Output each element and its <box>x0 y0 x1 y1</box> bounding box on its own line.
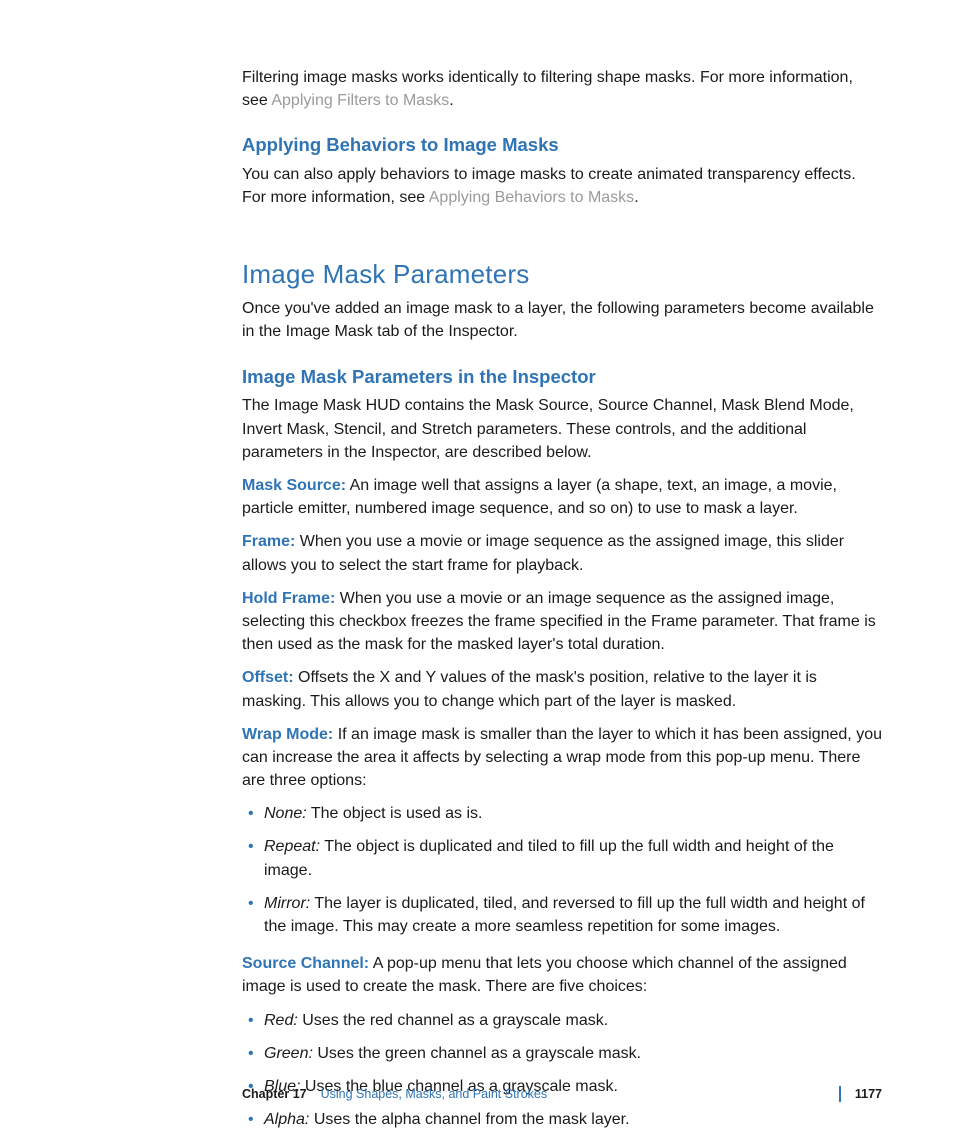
behaviors-paragraph: You can also apply behaviors to image ma… <box>242 163 882 209</box>
param-frame: Frame: When you use a movie or image seq… <box>242 530 882 576</box>
label-source-channel: Source Channel: <box>242 955 369 972</box>
list-item: Repeat: The object is duplicated and til… <box>242 835 882 881</box>
list-item: Mirror: The layer is duplicated, tiled, … <box>242 892 882 938</box>
param-source-channel: Source Channel: A pop-up menu that lets … <box>242 952 882 998</box>
opt-alpha: Alpha: <box>264 1111 309 1128</box>
link-applying-behaviors[interactable]: Applying Behaviors to Masks <box>429 189 634 206</box>
text-offset: Offsets the X and Y values of the mask's… <box>242 669 817 709</box>
list-item: Red: Uses the red channel as a grayscale… <box>242 1009 882 1032</box>
text-hold-frame: When you use a movie or an image sequenc… <box>242 590 876 653</box>
footer-title: Using Shapes, Masks, and Paint Strokes <box>321 1085 826 1103</box>
text-frame: When you use a movie or image sequence a… <box>242 533 844 573</box>
param-offset: Offset: Offsets the X and Y values of th… <box>242 666 882 712</box>
intro-paragraph: Filtering image masks works identically … <box>242 66 882 112</box>
footer-page-number: 1177 <box>855 1085 882 1103</box>
text-wrap-mode: If an image mask is smaller than the lay… <box>242 726 882 789</box>
param-wrap-mode: Wrap Mode: If an image mask is smaller t… <box>242 723 882 793</box>
opt-repeat-text: The object is duplicated and tiled to fi… <box>264 838 834 878</box>
opt-mirror: Mirror: <box>264 895 310 912</box>
footer-chapter: Chapter 17 <box>242 1085 307 1103</box>
opt-red-text: Uses the red channel as a grayscale mask… <box>298 1012 608 1029</box>
opt-repeat: Repeat: <box>264 838 320 855</box>
list-item: Green: Uses the green channel as a grays… <box>242 1042 882 1065</box>
param-mask-source: Mask Source: An image well that assigns … <box>242 474 882 520</box>
heading-imp-inspector: Image Mask Parameters in the Inspector <box>242 364 882 391</box>
page-footer: Chapter 17 Using Shapes, Masks, and Pain… <box>242 1085 882 1103</box>
heading-image-mask-parameters: Image Mask Parameters <box>242 256 882 294</box>
list-item: None: The object is used as is. <box>242 802 882 825</box>
opt-alpha-text: Uses the alpha channel from the mask lay… <box>309 1111 629 1128</box>
list-item: Alpha: Uses the alpha channel from the m… <box>242 1108 882 1131</box>
opt-green-text: Uses the green channel as a grayscale ma… <box>313 1045 641 1062</box>
label-mask-source: Mask Source: <box>242 477 346 494</box>
label-frame: Frame: <box>242 533 295 550</box>
imp-paragraph: Once you've added an image mask to a lay… <box>242 297 882 343</box>
intro-text-b: . <box>449 92 453 109</box>
label-wrap-mode: Wrap Mode: <box>242 726 333 743</box>
behaviors-text-b: . <box>634 189 638 206</box>
source-channel-list: Red: Uses the red channel as a grayscale… <box>242 1009 882 1132</box>
page-body: Filtering image masks works identically … <box>0 0 954 1131</box>
heading-applying-behaviors: Applying Behaviors to Image Masks <box>242 132 882 159</box>
opt-mirror-text: The layer is duplicated, tiled, and reve… <box>264 895 865 935</box>
inspector-paragraph: The Image Mask HUD contains the Mask Sou… <box>242 394 882 464</box>
link-applying-filters[interactable]: Applying Filters to Masks <box>271 92 449 109</box>
opt-red: Red: <box>264 1012 298 1029</box>
param-hold-frame: Hold Frame: When you use a movie or an i… <box>242 587 882 657</box>
opt-none-text: The object is used as is. <box>307 805 483 822</box>
label-offset: Offset: <box>242 669 294 686</box>
label-hold-frame: Hold Frame: <box>242 590 335 607</box>
wrap-mode-list: None: The object is used as is. Repeat: … <box>242 802 882 938</box>
opt-none: None: <box>264 805 307 822</box>
footer-divider <box>839 1086 841 1102</box>
opt-green: Green: <box>264 1045 313 1062</box>
